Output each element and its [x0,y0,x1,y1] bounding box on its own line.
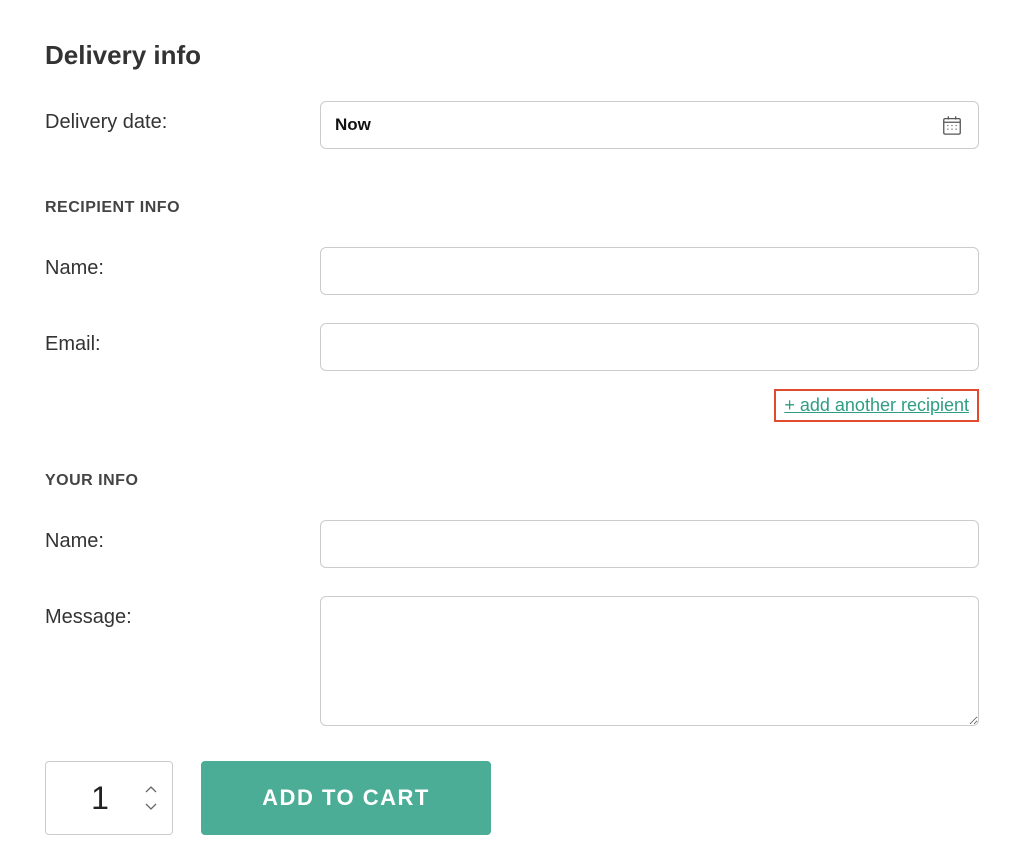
recipient-name-row: Name: [45,247,979,295]
recipient-email-input[interactable] [320,323,979,371]
cart-row: 1 ADD TO CART [45,761,979,835]
recipient-name-input[interactable] [320,247,979,295]
delivery-date-field-wrap [320,101,979,149]
quantity-stepper-controls [144,785,158,811]
your-name-input[interactable] [320,520,979,568]
your-message-label: Message: [45,596,320,629]
your-message-input[interactable] [320,596,979,726]
recipient-name-label: Name: [45,247,320,280]
recipient-info-heading: RECIPIENT INFO [45,199,979,217]
quantity-down-button[interactable] [144,801,158,811]
recipient-email-label: Email: [45,323,320,356]
your-name-label: Name: [45,520,320,553]
delivery-date-input[interactable] [320,101,979,149]
section-title: Delivery info [45,40,979,71]
add-recipient-wrap: + add another recipient [45,389,979,422]
your-info-heading: YOUR INFO [45,472,979,490]
add-recipient-highlight: + add another recipient [774,389,979,422]
delivery-date-label: Delivery date: [45,101,320,134]
recipient-email-row: Email: [45,323,979,371]
quantity-stepper[interactable]: 1 [45,761,173,835]
your-message-row: Message: [45,596,979,731]
quantity-value: 1 [91,780,127,817]
calendar-icon[interactable] [941,114,963,136]
quantity-up-button[interactable] [144,785,158,795]
your-name-row: Name: [45,520,979,568]
add-to-cart-button[interactable]: ADD TO CART [201,761,491,835]
delivery-date-row: Delivery date: [45,101,979,149]
add-another-recipient-link[interactable]: + add another recipient [784,395,969,415]
